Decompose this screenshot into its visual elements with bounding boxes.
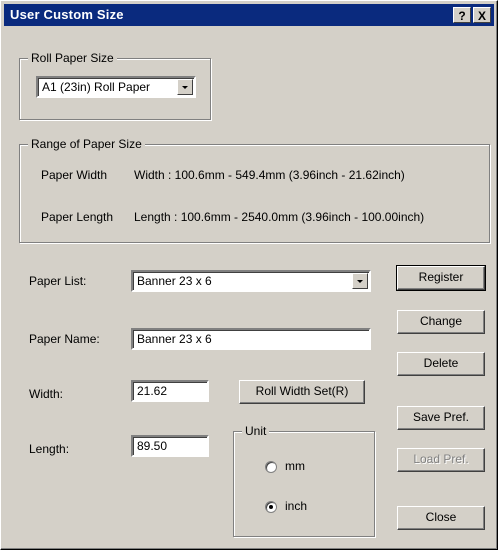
paper-width-label: Paper Width bbox=[41, 168, 108, 182]
paper-list-select[interactable]: Banner 23 x 6 bbox=[131, 270, 371, 292]
roll-paper-size-select[interactable]: A1 (23in) Roll Paper bbox=[36, 76, 196, 98]
close-icon[interactable]: X bbox=[473, 7, 491, 23]
radio-selected-dot bbox=[269, 505, 273, 509]
unit-mm-label[interactable]: mm bbox=[285, 459, 305, 473]
range-of-paper-size-group: Range of Paper Size bbox=[19, 137, 490, 243]
user-custom-size-dialog: User Custom Size ? X Roll Paper Size A1 … bbox=[0, 0, 498, 550]
unit-inch-label[interactable]: inch bbox=[285, 499, 307, 513]
help-button[interactable]: ? bbox=[453, 7, 471, 23]
delete-button[interactable]: Delete bbox=[397, 352, 485, 376]
paper-name-input[interactable]: Banner 23 x 6 bbox=[131, 328, 371, 350]
paper-width-range: Width : 100.6mm - 549.4mm (3.96inch - 21… bbox=[134, 168, 405, 182]
length-input[interactable]: 89.50 bbox=[131, 435, 209, 457]
paper-list-value: Banner 23 x 6 bbox=[137, 274, 212, 288]
paper-list-label: Paper List: bbox=[29, 274, 87, 288]
paper-name-label: Paper Name: bbox=[29, 332, 100, 346]
length-label: Length: bbox=[29, 442, 70, 456]
chevron-down-icon[interactable] bbox=[352, 273, 368, 289]
save-pref-button[interactable]: Save Pref. bbox=[397, 406, 485, 430]
change-button[interactable]: Change bbox=[397, 310, 485, 334]
title-bar[interactable]: User Custom Size ? X bbox=[4, 4, 494, 26]
paper-length-range: Length : 100.6mm - 2540.0mm (3.96inch - … bbox=[134, 210, 425, 224]
unit-legend: Unit bbox=[242, 424, 270, 438]
register-button[interactable]: Register bbox=[396, 265, 486, 291]
roll-paper-size-value: A1 (23in) Roll Paper bbox=[42, 80, 151, 94]
chevron-down-icon[interactable] bbox=[177, 79, 193, 95]
width-label: Width: bbox=[29, 387, 64, 401]
paper-length-label: Paper Length bbox=[41, 210, 114, 224]
unit-inch-radio[interactable] bbox=[265, 501, 277, 513]
width-input[interactable]: 21.62 bbox=[131, 380, 209, 402]
close-button[interactable]: Close bbox=[397, 506, 485, 530]
roll-width-set-button[interactable]: Roll Width Set(R) bbox=[239, 380, 365, 404]
unit-mm-radio[interactable] bbox=[265, 461, 277, 473]
load-pref-button[interactable]: Load Pref. bbox=[397, 448, 485, 472]
roll-paper-size-legend: Roll Paper Size bbox=[28, 51, 117, 65]
unit-group: Unit bbox=[233, 424, 375, 537]
window-title: User Custom Size bbox=[10, 7, 124, 22]
range-of-paper-size-legend: Range of Paper Size bbox=[28, 137, 145, 151]
